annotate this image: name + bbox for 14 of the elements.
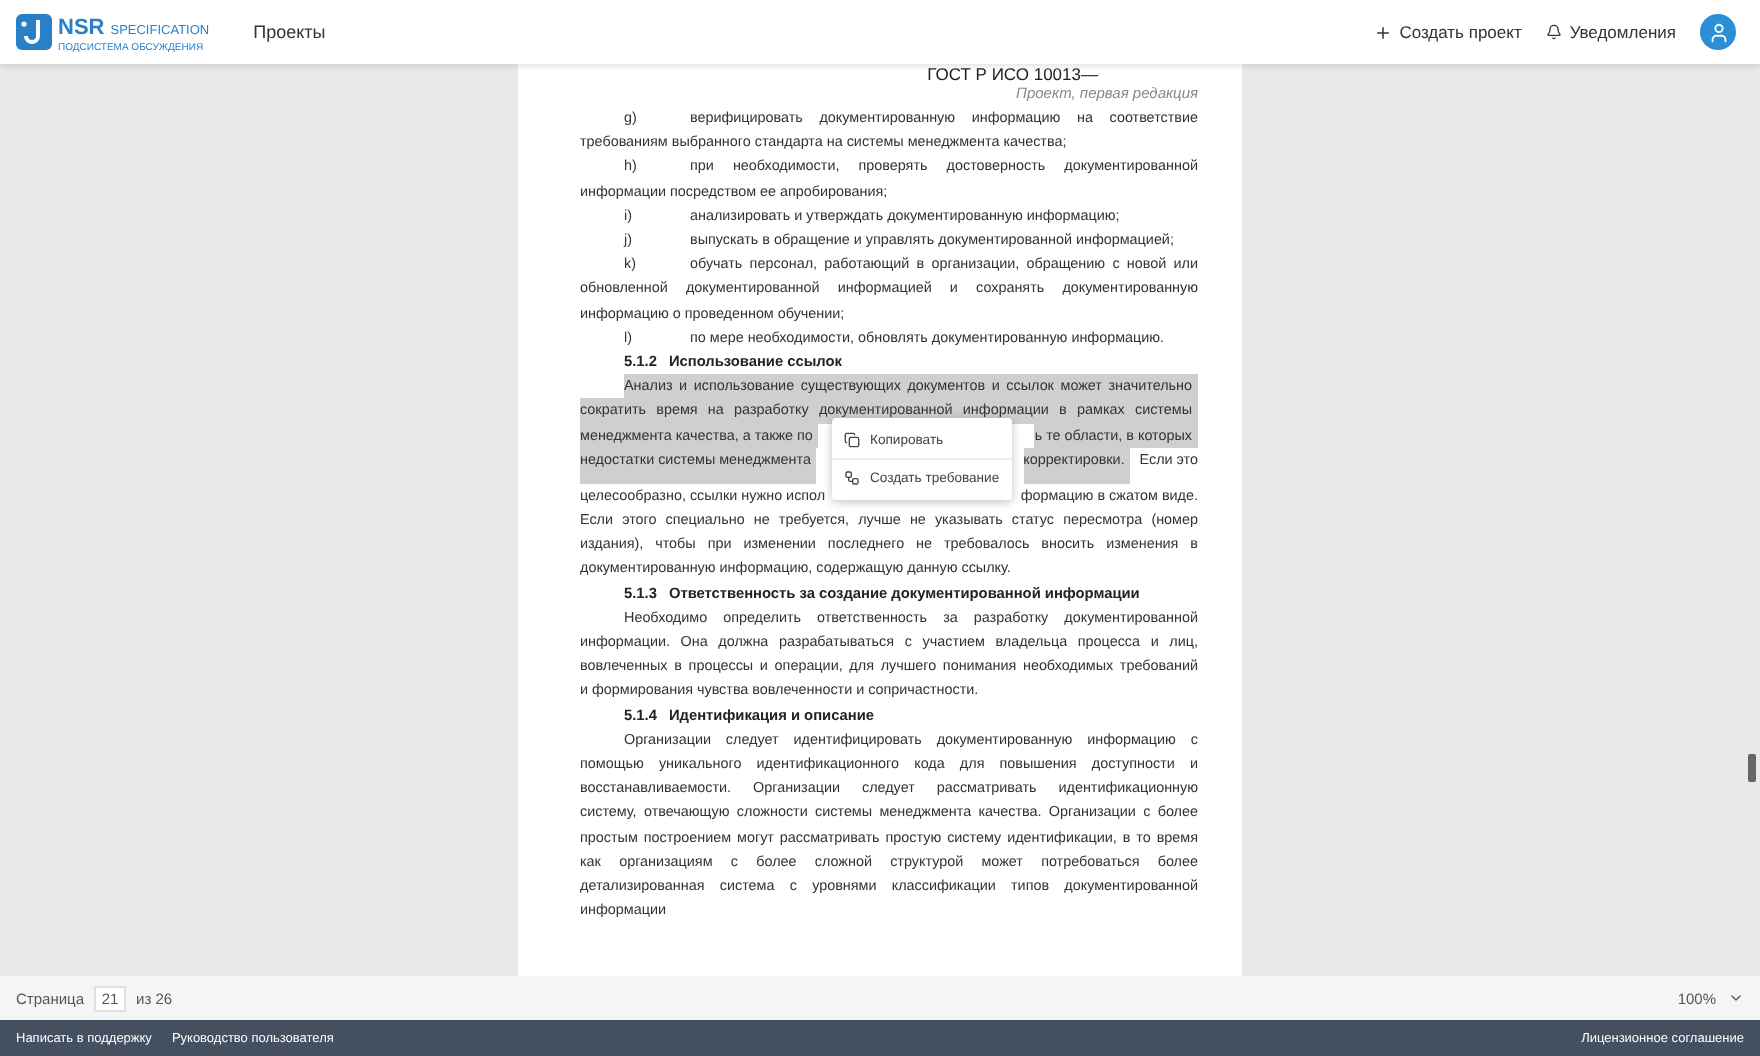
scrollbar-thumb[interactable] <box>1748 754 1756 782</box>
user-icon <box>1707 21 1729 43</box>
copy-icon <box>844 432 860 449</box>
chevron-icon <box>1728 990 1744 1006</box>
create-project-button[interactable]: Создать проект <box>1373 22 1522 42</box>
plus-icon <box>1373 23 1392 41</box>
notifications-button[interactable]: Уведомления <box>1545 22 1676 42</box>
nav-link[interactable]: Проекты <box>253 22 326 42</box>
logo-brand: NSR <box>58 16 105 40</box>
branch-icon <box>844 470 860 487</box>
user-avatar[interactable] <box>1700 14 1736 50</box>
bell-icon <box>1545 24 1562 40</box>
document-code: ГОСТ Р ИСО 10013— <box>927 66 1098 84</box>
logo-icon <box>16 14 52 50</box>
